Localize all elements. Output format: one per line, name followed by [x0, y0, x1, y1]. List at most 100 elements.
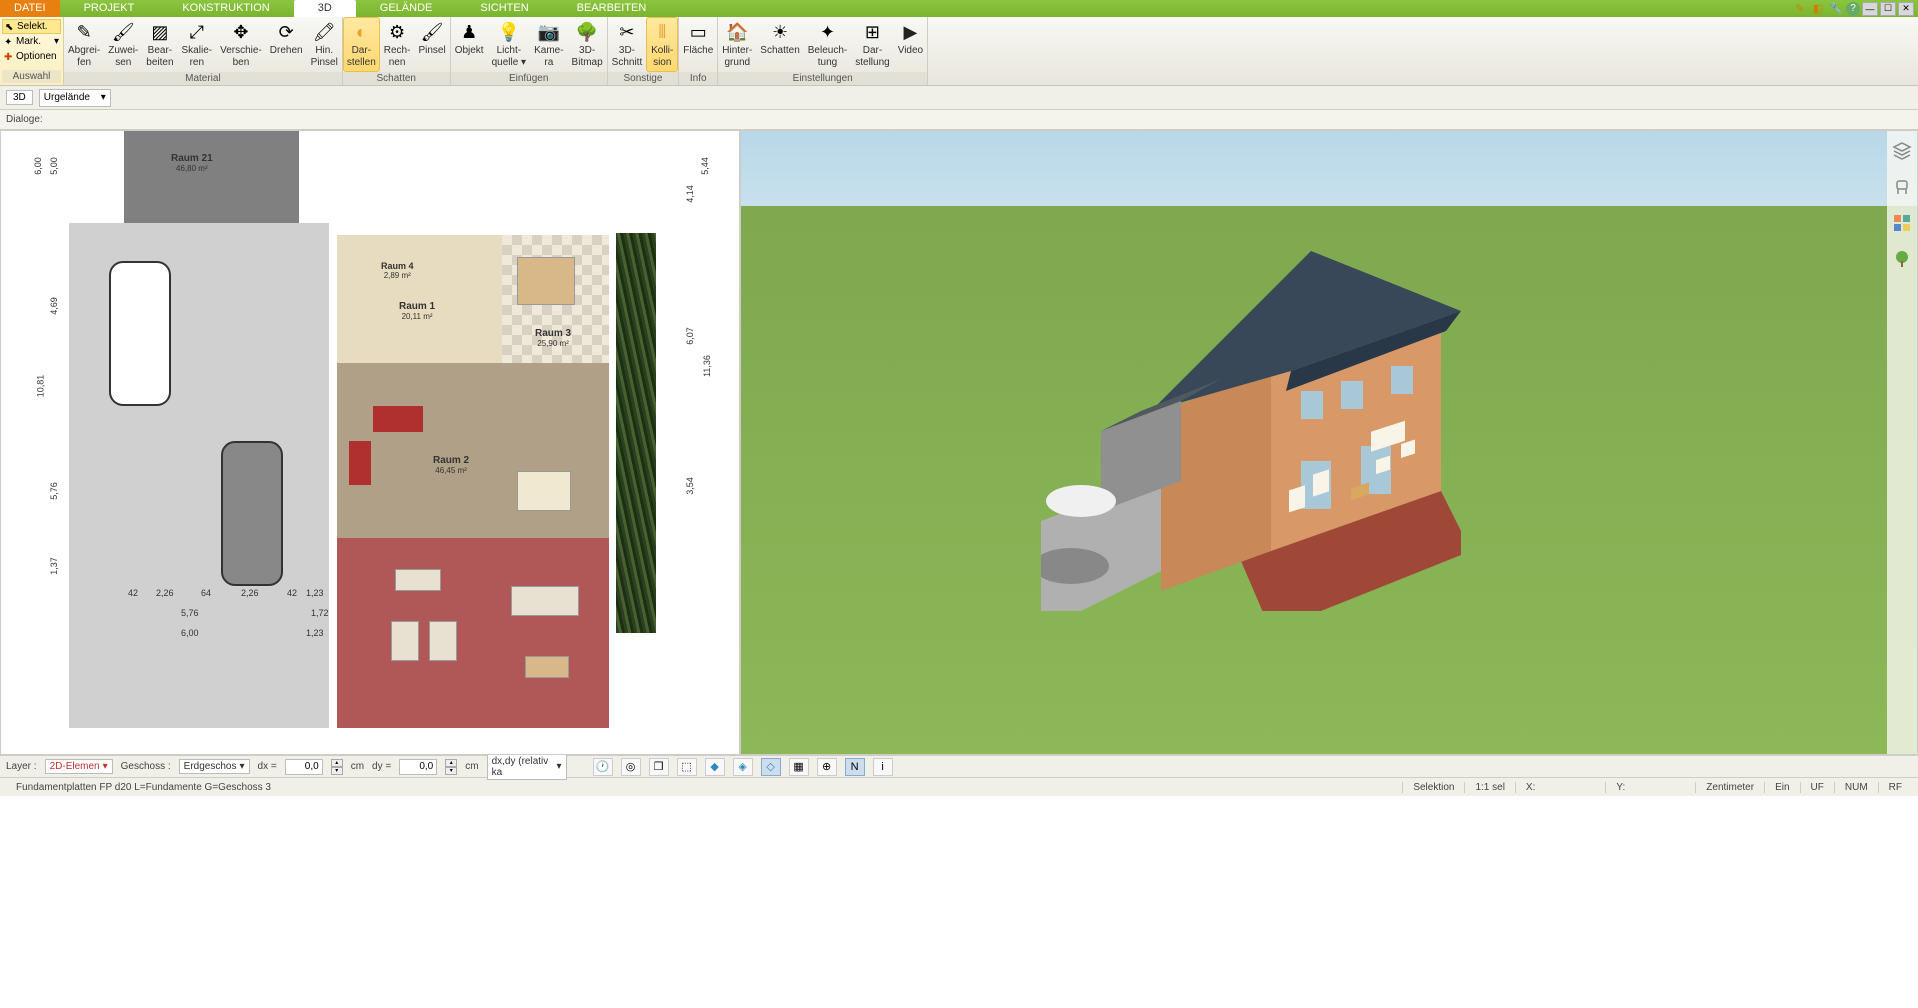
cut-icon: ✂ — [615, 20, 639, 44]
wrench-icon[interactable]: 🔧 — [1828, 2, 1844, 16]
ribbon-video[interactable]: ▶Video — [894, 17, 927, 72]
ribbon-tree[interactable]: 🌳3D-Bitmap — [568, 17, 607, 72]
tree-icon: 🌳 — [575, 20, 599, 44]
ribbon-edit[interactable]: ▨Bear-beiten — [142, 17, 177, 72]
select-tool[interactable]: ⬉Selekt. — [2, 19, 61, 34]
menu-gelaende[interactable]: GELÄNDE — [356, 0, 457, 17]
dim-right-2: 6,07 — [685, 327, 695, 345]
dim-right-4: 3,54 — [685, 477, 695, 495]
ribbon-area[interactable]: ▭Fläche — [679, 17, 717, 72]
car-white — [109, 261, 171, 406]
ribbon-cam[interactable]: 📷Kame-ra — [530, 17, 567, 72]
layer-combo[interactable]: 2D-Elemen▾ — [45, 759, 113, 774]
dy-input[interactable] — [399, 759, 437, 775]
bb-diamonds-icon[interactable]: ◈ — [733, 758, 753, 776]
dx-input[interactable] — [285, 759, 323, 775]
chevron-down-icon: ▾ — [101, 92, 106, 103]
bb-diamond-icon[interactable]: ◆ — [705, 758, 725, 776]
ribbon-brush[interactable]: 🖍Hin.Pinsel — [307, 17, 342, 72]
status-num: NUM — [1834, 782, 1878, 793]
ribbon-rotate[interactable]: ⟳Drehen — [266, 17, 307, 72]
ribbon-calc[interactable]: ⚙Rech-nen — [380, 17, 415, 72]
maximize-btn[interactable]: ☐ — [1880, 2, 1896, 16]
ribbon-move[interactable]: ✥Verschie-ben — [216, 17, 266, 72]
ribbon-brush2[interactable]: 🖌Pinsel — [414, 17, 449, 72]
bb-n-icon[interactable]: N — [845, 758, 865, 776]
menu-projekt[interactable]: PROJEKT — [60, 0, 159, 17]
dx-label: dx = — [258, 761, 277, 772]
ribbon-disp[interactable]: ⊞Dar-stellung — [851, 17, 893, 72]
dx-up[interactable]: ▴ — [331, 759, 343, 767]
tree-icon[interactable] — [1892, 249, 1912, 269]
layers-icon[interactable] — [1892, 141, 1912, 161]
dx-down[interactable]: ▾ — [331, 767, 343, 775]
mark-icon: ✦ — [4, 37, 14, 47]
room3-label: Raum 325,90 m² — [535, 328, 571, 348]
scale-icon: ⤢ — [185, 20, 209, 44]
menu-konstruktion[interactable]: KONSTRUKTION — [158, 0, 293, 17]
menu-3d[interactable]: 3D — [294, 0, 356, 17]
menu-sichten[interactable]: SICHTEN — [456, 0, 552, 17]
minimize-btn[interactable]: — — [1862, 2, 1878, 16]
bb-grid-icon[interactable]: ◇ — [761, 758, 781, 776]
assign-icon: 🖌 — [111, 20, 135, 44]
bb-target-icon[interactable]: ◎ — [621, 758, 641, 776]
illum-icon: ✦ — [816, 20, 840, 44]
help-icon[interactable]: ? — [1846, 2, 1860, 16]
geschoss-combo[interactable]: Erdgeschos▾ — [179, 759, 250, 774]
bb-info-icon[interactable]: i — [873, 758, 893, 776]
pick-icon: ✎ — [72, 20, 96, 44]
dim-b-4: 42 — [287, 588, 297, 598]
close-btn[interactable]: ✕ — [1898, 2, 1914, 16]
bb-gridlines-icon[interactable]: ▦ — [789, 758, 809, 776]
ribbon-group-material: ✎Abgrei-fen🖌Zuwei-sen▨Bear-beiten⤢Skalie… — [64, 17, 343, 85]
menu-bearbeiten[interactable]: BEARBEITEN — [553, 0, 671, 17]
ribbon-shadow[interactable]: ◐Dar-stellen — [343, 17, 380, 72]
ribbon-group-einstellungen: 🏠Hinter-grund☀Schatten✦Beleuch-tung⊞Dar-… — [718, 17, 928, 85]
bb-clock-icon[interactable]: 🕐 — [593, 758, 613, 776]
bb-circle-icon[interactable]: ⊕ — [817, 758, 837, 776]
view-3d[interactable] — [740, 130, 1918, 755]
ribbon-pick[interactable]: ✎Abgrei-fen — [64, 17, 104, 72]
move-icon: ✥ — [229, 20, 253, 44]
ribbon-bg[interactable]: 🏠Hinter-grund — [718, 17, 756, 72]
dim-left-2: 4,69 — [49, 297, 59, 315]
room4-label: Raum 42,89 m² — [381, 261, 414, 280]
square-icon[interactable]: ◧ — [1810, 2, 1826, 16]
ribbon-cut[interactable]: ✂3D-Schnitt — [608, 17, 647, 72]
dim-left-1: 5,00 — [49, 157, 59, 175]
dy-up[interactable]: ▴ — [445, 759, 457, 767]
chair-icon[interactable] — [1892, 177, 1912, 197]
titlebar-right: ✎ ◧ 🔧 ? — ☐ ✕ — [1792, 2, 1918, 16]
rel-combo[interactable]: dx,dy (relativ ka▾ — [487, 754, 567, 780]
ribbon-shad2[interactable]: ☀Schatten — [756, 17, 803, 72]
ribbon-coll[interactable]: ⦀Kolli-sion — [646, 17, 678, 72]
pen-icon[interactable]: ✎ — [1792, 2, 1808, 16]
light-icon: 💡 — [497, 20, 521, 44]
workspace: Raum 2146,80 m² Raum 42,89 m² Raum 120,1… — [0, 130, 1918, 755]
sub-combo-terrain[interactable]: Urgelände▾ — [39, 89, 111, 107]
bb-stack-icon[interactable]: ❒ — [649, 758, 669, 776]
menubar: DATEI PROJEKT KONSTRUKTION 3D GELÄNDE SI… — [0, 0, 1918, 17]
shad2-icon: ☀ — [768, 20, 792, 44]
ribbon-obj[interactable]: ♟Objekt — [451, 17, 488, 72]
mark-tool[interactable]: ✦Mark.▾ — [2, 34, 61, 49]
menu-file[interactable]: DATEI — [0, 0, 60, 17]
status-y: Y: — [1605, 782, 1635, 793]
dy-down[interactable]: ▾ — [445, 767, 457, 775]
video-icon: ▶ — [898, 20, 922, 44]
ribbon-scale[interactable]: ⤢Skalie-ren — [178, 17, 217, 72]
ribbon-light[interactable]: 💡Licht-quelle ▾ — [488, 17, 531, 72]
view-2d[interactable]: Raum 2146,80 m² Raum 42,89 m² Raum 120,1… — [0, 130, 740, 755]
cursor-icon: ⬉ — [5, 22, 15, 32]
options-tool[interactable]: ✚Optionen — [2, 49, 61, 64]
status-left: Fundamentplatten FP d20 L=Fundamente G=G… — [6, 782, 1402, 793]
bb-layers2-icon[interactable]: ⬚ — [677, 758, 697, 776]
ribbon-illum[interactable]: ✦Beleuch-tung — [804, 17, 851, 72]
dim-right-0: 5,44 — [700, 157, 710, 175]
bg-icon: 🏠 — [725, 20, 749, 44]
ribbon-group-label: Info — [679, 72, 717, 85]
ribbon-assign[interactable]: 🖌Zuwei-sen — [104, 17, 142, 72]
colors-icon[interactable] — [1892, 213, 1912, 233]
cam-icon: 📷 — [537, 20, 561, 44]
